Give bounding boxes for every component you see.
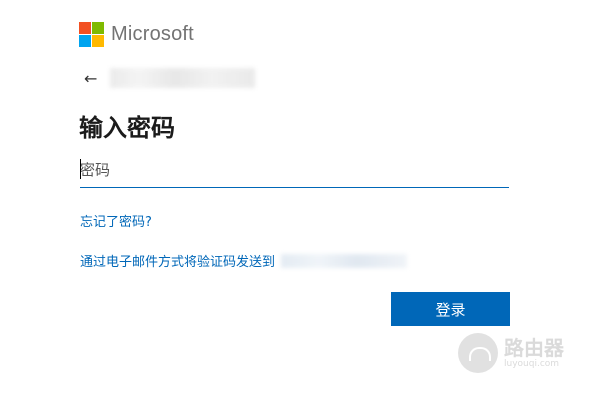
send-code-email-label: 通过电子邮件方式将验证码发送到 — [80, 255, 276, 270]
sign-in-button[interactable]: 登录 — [391, 292, 510, 326]
router-logo-icon — [458, 333, 498, 373]
page-title: 输入密码 — [79, 114, 175, 142]
account-row: ← — [84, 68, 255, 88]
forgot-password-link[interactable]: 忘记了密码? — [80, 211, 152, 230]
watermark-name: 路由器 — [504, 336, 564, 360]
email-target-redacted — [281, 253, 408, 268]
watermark-text: 路由器 luyouqi.com — [504, 337, 564, 369]
account-email-redacted — [110, 68, 255, 88]
brand-name: Microsoft — [111, 23, 194, 45]
logo-square-blue — [79, 35, 91, 47]
password-input[interactable] — [80, 152, 509, 188]
watermark-url: luyouqi.com — [504, 359, 560, 369]
microsoft-header: Microsoft — [79, 22, 194, 47]
text-caret — [80, 159, 81, 179]
microsoft-logo-icon — [79, 22, 104, 47]
logo-square-red — [79, 22, 91, 34]
logo-square-yellow — [92, 35, 104, 47]
watermark: 路由器 luyouqi.com — [458, 333, 564, 373]
back-arrow-icon[interactable]: ← — [84, 69, 100, 88]
logo-square-green — [92, 22, 104, 34]
send-code-email-link[interactable]: 通过电子邮件方式将验证码发送到 — [80, 251, 408, 270]
